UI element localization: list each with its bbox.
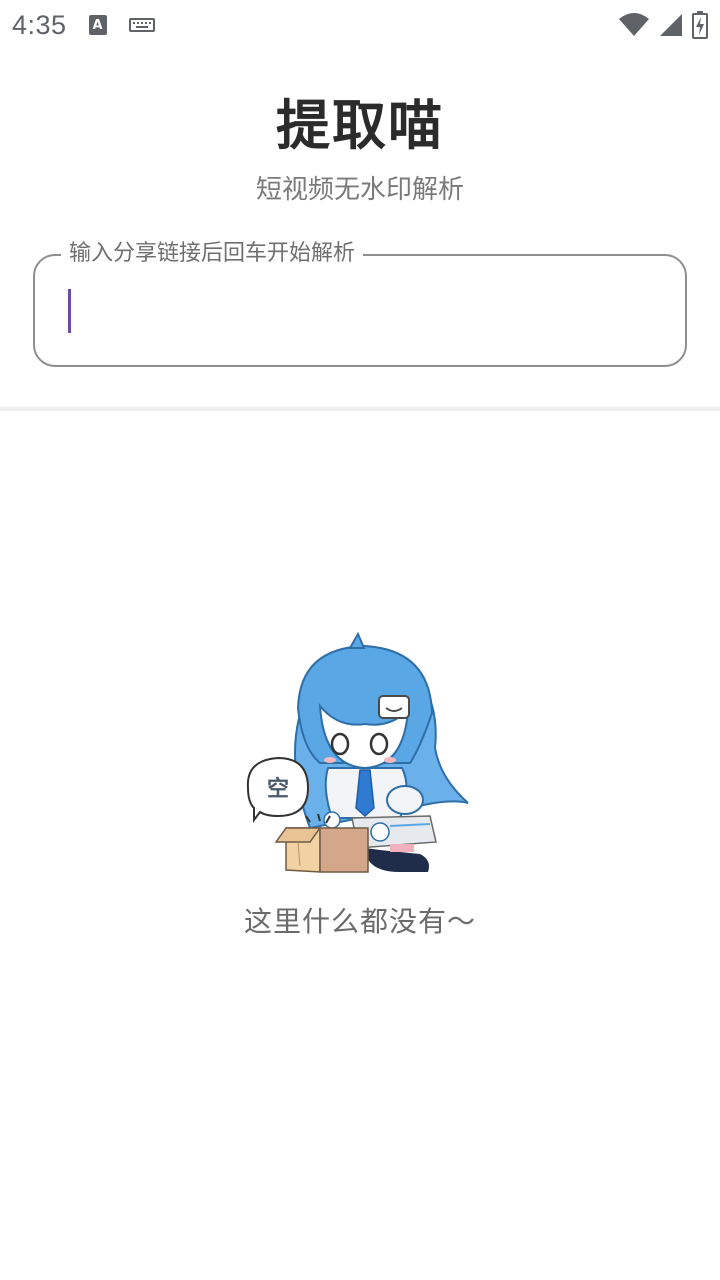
status-bar: 4:35 A — [0, 0, 720, 50]
empty-state-message: 这里什么都没有～ — [243, 905, 476, 938]
battery-charging-icon — [692, 11, 708, 39]
app-title: 提取喵 — [276, 94, 444, 157]
status-right — [618, 11, 708, 39]
divider — [0, 407, 720, 411]
status-time: 4:35 — [12, 9, 67, 40]
share-link-input[interactable] — [65, 276, 659, 348]
screen: 4:35 A 提取喵 短视频无水印解析 输入分享链接后回车开始解析 空 这里什么… — [0, 0, 720, 1280]
a-notification-icon: A — [88, 15, 107, 35]
signal-icon — [660, 14, 682, 36]
wifi-icon — [619, 13, 649, 36]
speech-bubble-text: 空 — [267, 776, 289, 802]
share-link-field[interactable]: 输入分享链接后回车开始解析 — [33, 240, 687, 367]
empty-state-illustration: 空 — [246, 631, 469, 873]
status-left: 4:35 A — [12, 10, 155, 41]
app-subtitle: 短视频无水印解析 — [255, 175, 464, 205]
share-link-label: 输入分享链接后回车开始解析 — [61, 240, 364, 268]
text-cursor — [68, 289, 71, 333]
keyboard-icon — [128, 18, 155, 32]
